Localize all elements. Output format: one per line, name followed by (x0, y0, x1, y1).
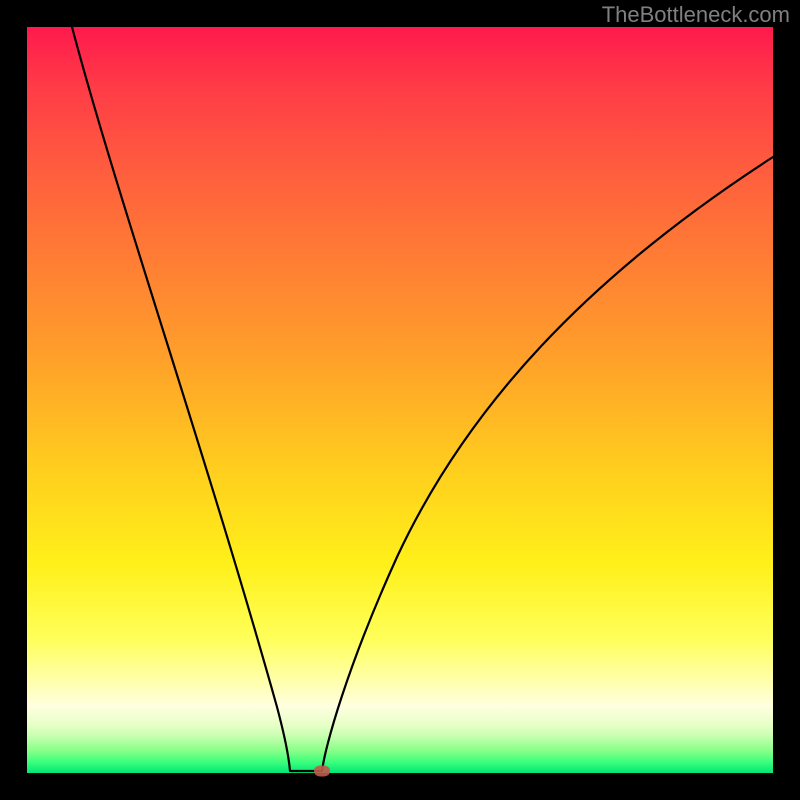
bottleneck-curve (72, 27, 773, 771)
optimum-marker (314, 766, 330, 777)
plot-area (27, 27, 773, 773)
curve-layer (27, 27, 773, 773)
chart-frame: TheBottleneck.com (0, 0, 800, 800)
watermark-text: TheBottleneck.com (602, 2, 790, 28)
